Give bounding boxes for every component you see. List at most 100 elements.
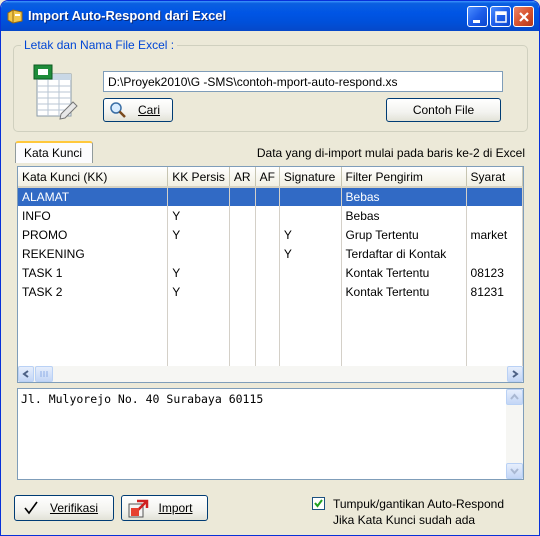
grid-empty-area — [18, 301, 523, 372]
table-cell — [466, 187, 523, 206]
import-note: Data yang di-import mulai pada baris ke-… — [256, 146, 525, 160]
memo-field[interactable]: Jl. Mulyorejo No. 40 Surabaya 60115 — [17, 388, 524, 480]
column-header[interactable]: AR — [229, 167, 256, 188]
table-cell: Y — [167, 206, 230, 225]
chevron-down-icon — [510, 468, 519, 475]
table-cell: Y — [167, 282, 230, 301]
table-cell — [167, 244, 230, 263]
table-cell: Y — [279, 244, 342, 263]
maximize-icon — [495, 11, 507, 23]
overwrite-checkbox[interactable] — [312, 497, 325, 510]
table-row[interactable]: PROMO Y Y Grup Tertentu market — [18, 225, 523, 244]
table-cell: Terdaftar di Kontak — [341, 244, 467, 263]
table-cell: PROMO — [18, 225, 169, 244]
table-cell: 81231 — [466, 282, 523, 301]
scroll-right-button[interactable] — [507, 366, 523, 382]
excel-sheet-icon — [31, 64, 83, 122]
table-cell: Grup Tertentu — [341, 225, 467, 244]
minimize-icon — [473, 20, 480, 23]
table-cell: Kontak Tertentu — [341, 263, 467, 282]
checkmark-icon — [23, 500, 39, 524]
column-header[interactable]: Filter Pengirim — [341, 167, 467, 188]
table-cell — [466, 244, 523, 263]
import-button[interactable]: Import — [121, 495, 208, 521]
browse-button[interactable]: Cari — [103, 98, 173, 122]
title-bar[interactable]: Import Auto-Respond dari Excel — [1, 1, 539, 31]
scroll-down-button[interactable] — [506, 463, 523, 479]
table-cell: INFO — [18, 206, 169, 225]
column-header[interactable]: Syarat — [466, 167, 523, 188]
table-row[interactable]: TASK 1 Y Kontak Tertentu 08123 — [18, 263, 523, 282]
table-cell: Y — [167, 263, 230, 282]
scroll-up-button[interactable] — [506, 389, 523, 405]
table-cell — [229, 282, 256, 301]
vertical-scrollbar[interactable] — [506, 389, 523, 479]
table-cell — [255, 282, 280, 301]
folder-app-icon — [7, 8, 23, 24]
table-cell — [229, 244, 256, 263]
window-title: Import Auto-Respond dari Excel — [28, 8, 227, 23]
table-cell — [255, 225, 280, 244]
grip-icon — [40, 371, 48, 377]
table-row[interactable]: INFO Y Bebas — [18, 206, 523, 225]
sample-file-button[interactable]: Contoh File — [386, 98, 501, 122]
table-cell — [279, 263, 342, 282]
table-cell: REKENING — [18, 244, 169, 263]
table-cell: 08123 — [466, 263, 523, 282]
tab-label: Kata Kunci — [24, 146, 83, 160]
verify-button[interactable]: Verifikasi — [14, 495, 114, 521]
table-row[interactable]: ALAMAT Bebas — [18, 187, 523, 206]
import-arrow-icon — [127, 499, 149, 527]
checkmark-icon — [314, 499, 323, 508]
table-cell — [279, 282, 342, 301]
overwrite-label-line2: Jika Kata Kunci sudah ada — [333, 513, 476, 527]
table-cell — [229, 187, 256, 206]
grid-header-row: Kata Kunci (KK) KK Persis AR AF Signatur… — [18, 167, 523, 188]
table-cell: ALAMAT — [18, 187, 169, 206]
maximize-button[interactable] — [490, 6, 511, 27]
horizontal-scrollbar[interactable] — [18, 366, 523, 382]
file-group-legend: Letak dan Nama File Excel : — [21, 38, 178, 52]
memo-text: Jl. Mulyorejo No. 40 Surabaya 60115 — [21, 392, 264, 406]
table-cell — [279, 187, 342, 206]
keyword-grid[interactable]: Kata Kunci (KK) KK Persis AR AF Signatur… — [17, 166, 524, 383]
import-dialog: Import Auto-Respond dari Excel Letak dan… — [0, 0, 540, 536]
chevron-right-icon — [512, 370, 519, 378]
table-cell — [229, 263, 256, 282]
table-cell — [466, 206, 523, 225]
table-cell — [255, 206, 280, 225]
scroll-thumb[interactable] — [35, 366, 53, 382]
table-row[interactable]: TASK 2 Y Kontak Tertentu 81231 — [18, 282, 523, 301]
scroll-left-button[interactable] — [18, 366, 34, 382]
overwrite-label-line1: Tumpuk/gantikan Auto-Respond — [333, 497, 504, 511]
table-cell: Kontak Tertentu — [341, 282, 467, 301]
magnifier-icon — [109, 101, 127, 126]
column-header[interactable]: KK Persis — [167, 167, 230, 188]
close-icon — [519, 12, 529, 22]
table-cell: TASK 1 — [18, 263, 169, 282]
chevron-left-icon — [22, 370, 29, 378]
table-cell — [255, 263, 280, 282]
table-cell: Bebas — [341, 187, 467, 206]
close-button[interactable] — [513, 6, 534, 27]
minimize-button[interactable] — [467, 6, 488, 27]
verify-label: Verifikasi — [49, 501, 99, 515]
column-header[interactable]: Signature — [279, 167, 342, 188]
column-header[interactable]: Kata Kunci (KK) — [18, 167, 169, 188]
table-cell: Y — [167, 225, 230, 244]
table-row[interactable]: REKENING Y Terdaftar di Kontak — [18, 244, 523, 263]
file-path-input[interactable]: D:\Proyek2010\G -SMS\contoh-mport-auto-r… — [103, 71, 503, 92]
table-cell — [167, 187, 230, 206]
table-cell: Bebas — [341, 206, 467, 225]
table-cell: TASK 2 — [18, 282, 169, 301]
overwrite-label[interactable]: Tumpuk/gantikan Auto-Respond Jika Kata K… — [333, 496, 504, 528]
table-cell — [229, 206, 256, 225]
table-cell — [255, 244, 280, 263]
sample-file-label: Contoh File — [412, 103, 475, 117]
table-cell: Y — [279, 225, 342, 244]
tab-kata-kunci[interactable]: Kata Kunci — [15, 141, 93, 163]
table-cell — [279, 206, 342, 225]
column-header[interactable]: AF — [255, 167, 280, 188]
table-cell: market — [466, 225, 523, 244]
table-cell — [255, 187, 280, 206]
